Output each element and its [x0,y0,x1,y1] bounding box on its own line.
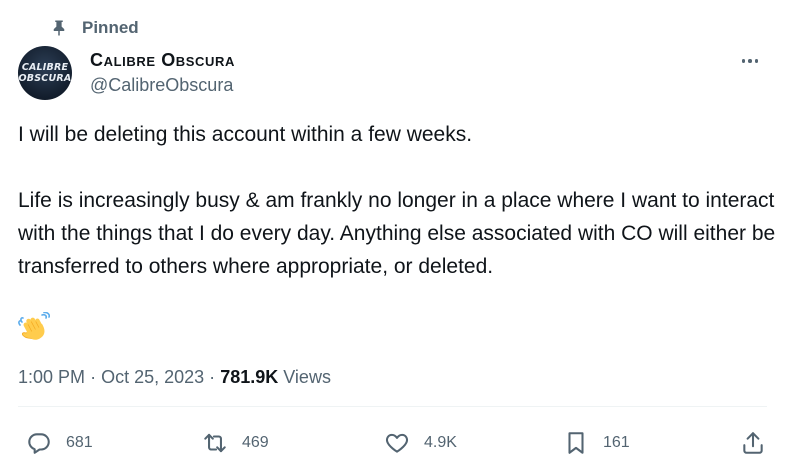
pin-icon [50,19,68,37]
action-bar: 681 469 4.9K 161 [0,424,785,460]
reply-icon [26,430,52,456]
tweet-paragraph: I will be deleting this account within a… [18,123,473,146]
divider [18,406,767,407]
meta-separator: · [209,367,216,387]
like-count: 4.9K [424,434,457,451]
reply-button[interactable]: 681 [26,430,93,456]
views-label: Views [283,367,331,387]
tweet-time[interactable]: 1:00 PM [18,367,85,387]
tweet-header: CALIBRE OBSCURA Calibre Obscura @Calibre… [18,46,767,102]
avatar-text-line2: OBSCURA [18,73,72,84]
bookmark-icon [563,430,589,456]
views-count: 781.9K [220,367,279,387]
bookmark-count: 161 [603,434,630,451]
share-button[interactable] [740,430,766,456]
author-names: Calibre Obscura @CalibreObscura [90,48,235,98]
tweet-date[interactable]: Oct 25, 2023 [101,367,204,387]
more-button[interactable] [733,48,767,74]
repost-button[interactable]: 469 [202,430,269,456]
meta-separator: · [90,367,97,387]
tweet-paragraph: Life is increasingly busy & am frankly n… [18,189,776,278]
heart-icon [384,430,410,456]
tweet-meta: 1:00 PM · Oct 25, 2023 · 781.9K Views [18,364,331,390]
author-handle[interactable]: @CalibreObscura [90,72,235,98]
reply-count: 681 [66,434,93,451]
tweet-card: Pinned CALIBRE OBSCURA Calibre Obscura @… [0,0,785,470]
more-icon [741,59,759,63]
author-display-name[interactable]: Calibre Obscura [90,48,235,72]
avatar[interactable]: CALIBRE OBSCURA [18,46,72,100]
tweet-text: I will be deleting this account within a… [18,118,778,283]
bookmark-button[interactable]: 161 [563,430,630,456]
avatar-text-line1: CALIBRE [21,62,69,73]
repost-icon [202,430,228,456]
like-button[interactable]: 4.9K [384,430,457,456]
repost-count: 469 [242,434,269,451]
pinned-label: Pinned [82,18,139,37]
pinned-indicator: Pinned [50,17,139,39]
share-icon [740,430,766,456]
waving-hand-emoji [18,311,51,342]
